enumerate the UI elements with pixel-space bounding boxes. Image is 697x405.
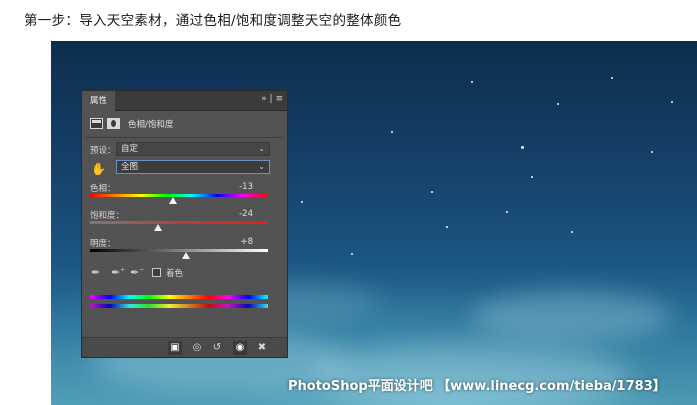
star	[651, 151, 653, 153]
step-caption: 第一步：导入天空素材，通过色相/饱和度调整天空的整体颜色	[24, 13, 402, 29]
channel-value: 全图	[121, 162, 139, 172]
lightness-label: 明度：	[90, 239, 116, 249]
star	[431, 191, 433, 193]
preset-select[interactable]: 自定 ⌄	[116, 142, 270, 156]
chevron-down-icon: ⌄	[258, 162, 265, 171]
trash-icon[interactable]: ✖	[255, 341, 269, 355]
saturation-label: 饱和度：	[90, 211, 125, 221]
preset-value: 自定	[121, 144, 139, 154]
lightness-slider-thumb[interactable]	[182, 252, 191, 259]
star	[557, 103, 559, 105]
panel-header: 属性 » | ≡	[82, 91, 287, 111]
star	[671, 101, 673, 103]
star	[471, 81, 473, 83]
eyedropper-minus-icon[interactable]: ✒−	[130, 266, 144, 279]
saturation-slider-track[interactable]	[90, 221, 268, 224]
view-previous-state-icon[interactable]: ◎	[190, 341, 204, 355]
channel-select[interactable]: 全图 ⌄	[116, 160, 270, 174]
mask-icon[interactable]	[107, 118, 120, 129]
hue-value[interactable]: -13	[239, 182, 253, 192]
star	[531, 176, 533, 178]
clip-to-layer-icon[interactable]: ▣	[168, 341, 182, 355]
lightness-slider-track[interactable]	[90, 249, 268, 252]
star	[521, 146, 524, 149]
output-color-bar	[90, 304, 268, 308]
colorize-label: 着色	[166, 269, 184, 279]
adjustment-title: 色相/饱和度	[128, 120, 174, 130]
divider	[86, 137, 283, 138]
watermark: PhotoShop平面设计吧 【www.linecg.com/tieba/178…	[288, 379, 666, 394]
panel-menu-icon[interactable]: » | ≡	[261, 94, 283, 104]
reset-icon[interactable]: ↺	[210, 341, 224, 355]
star	[571, 231, 573, 233]
eyedropper-plus-icon[interactable]: ✒+	[111, 266, 125, 279]
preset-label: 预设：	[90, 146, 116, 156]
properties-panel: 属性 » | ≡ 色相/饱和度 预设： 自定 ⌄ ✋ 全图 ⌄ 色相： -13 …	[81, 90, 288, 358]
saturation-slider-thumb[interactable]	[153, 224, 162, 231]
properties-tab[interactable]: 属性	[82, 91, 116, 111]
star	[301, 201, 303, 203]
saturation-value[interactable]: -24	[239, 209, 253, 219]
panel-footer: ▣ ◎ ↺ ◉ ✖	[82, 337, 287, 357]
input-color-bar	[90, 295, 268, 299]
hue-slider-track[interactable]	[90, 194, 268, 197]
star	[506, 211, 508, 213]
star	[351, 253, 353, 255]
hue-slider-thumb[interactable]	[168, 197, 177, 204]
eyedropper-icon[interactable]: ✒	[91, 266, 100, 279]
hue-label: 色相：	[90, 184, 116, 194]
targeted-adjustment-hand-icon[interactable]: ✋	[91, 162, 106, 176]
star	[446, 226, 448, 228]
star	[391, 131, 393, 133]
colorize-checkbox[interactable]	[152, 268, 161, 277]
cloud	[311, 341, 631, 405]
adjustment-layer-icon[interactable]	[90, 118, 103, 129]
eye-icon[interactable]: ◉	[233, 341, 247, 355]
cloud	[471, 291, 671, 341]
lightness-value[interactable]: +8	[240, 237, 253, 247]
chevron-down-icon: ⌄	[258, 144, 265, 153]
star	[611, 77, 613, 79]
